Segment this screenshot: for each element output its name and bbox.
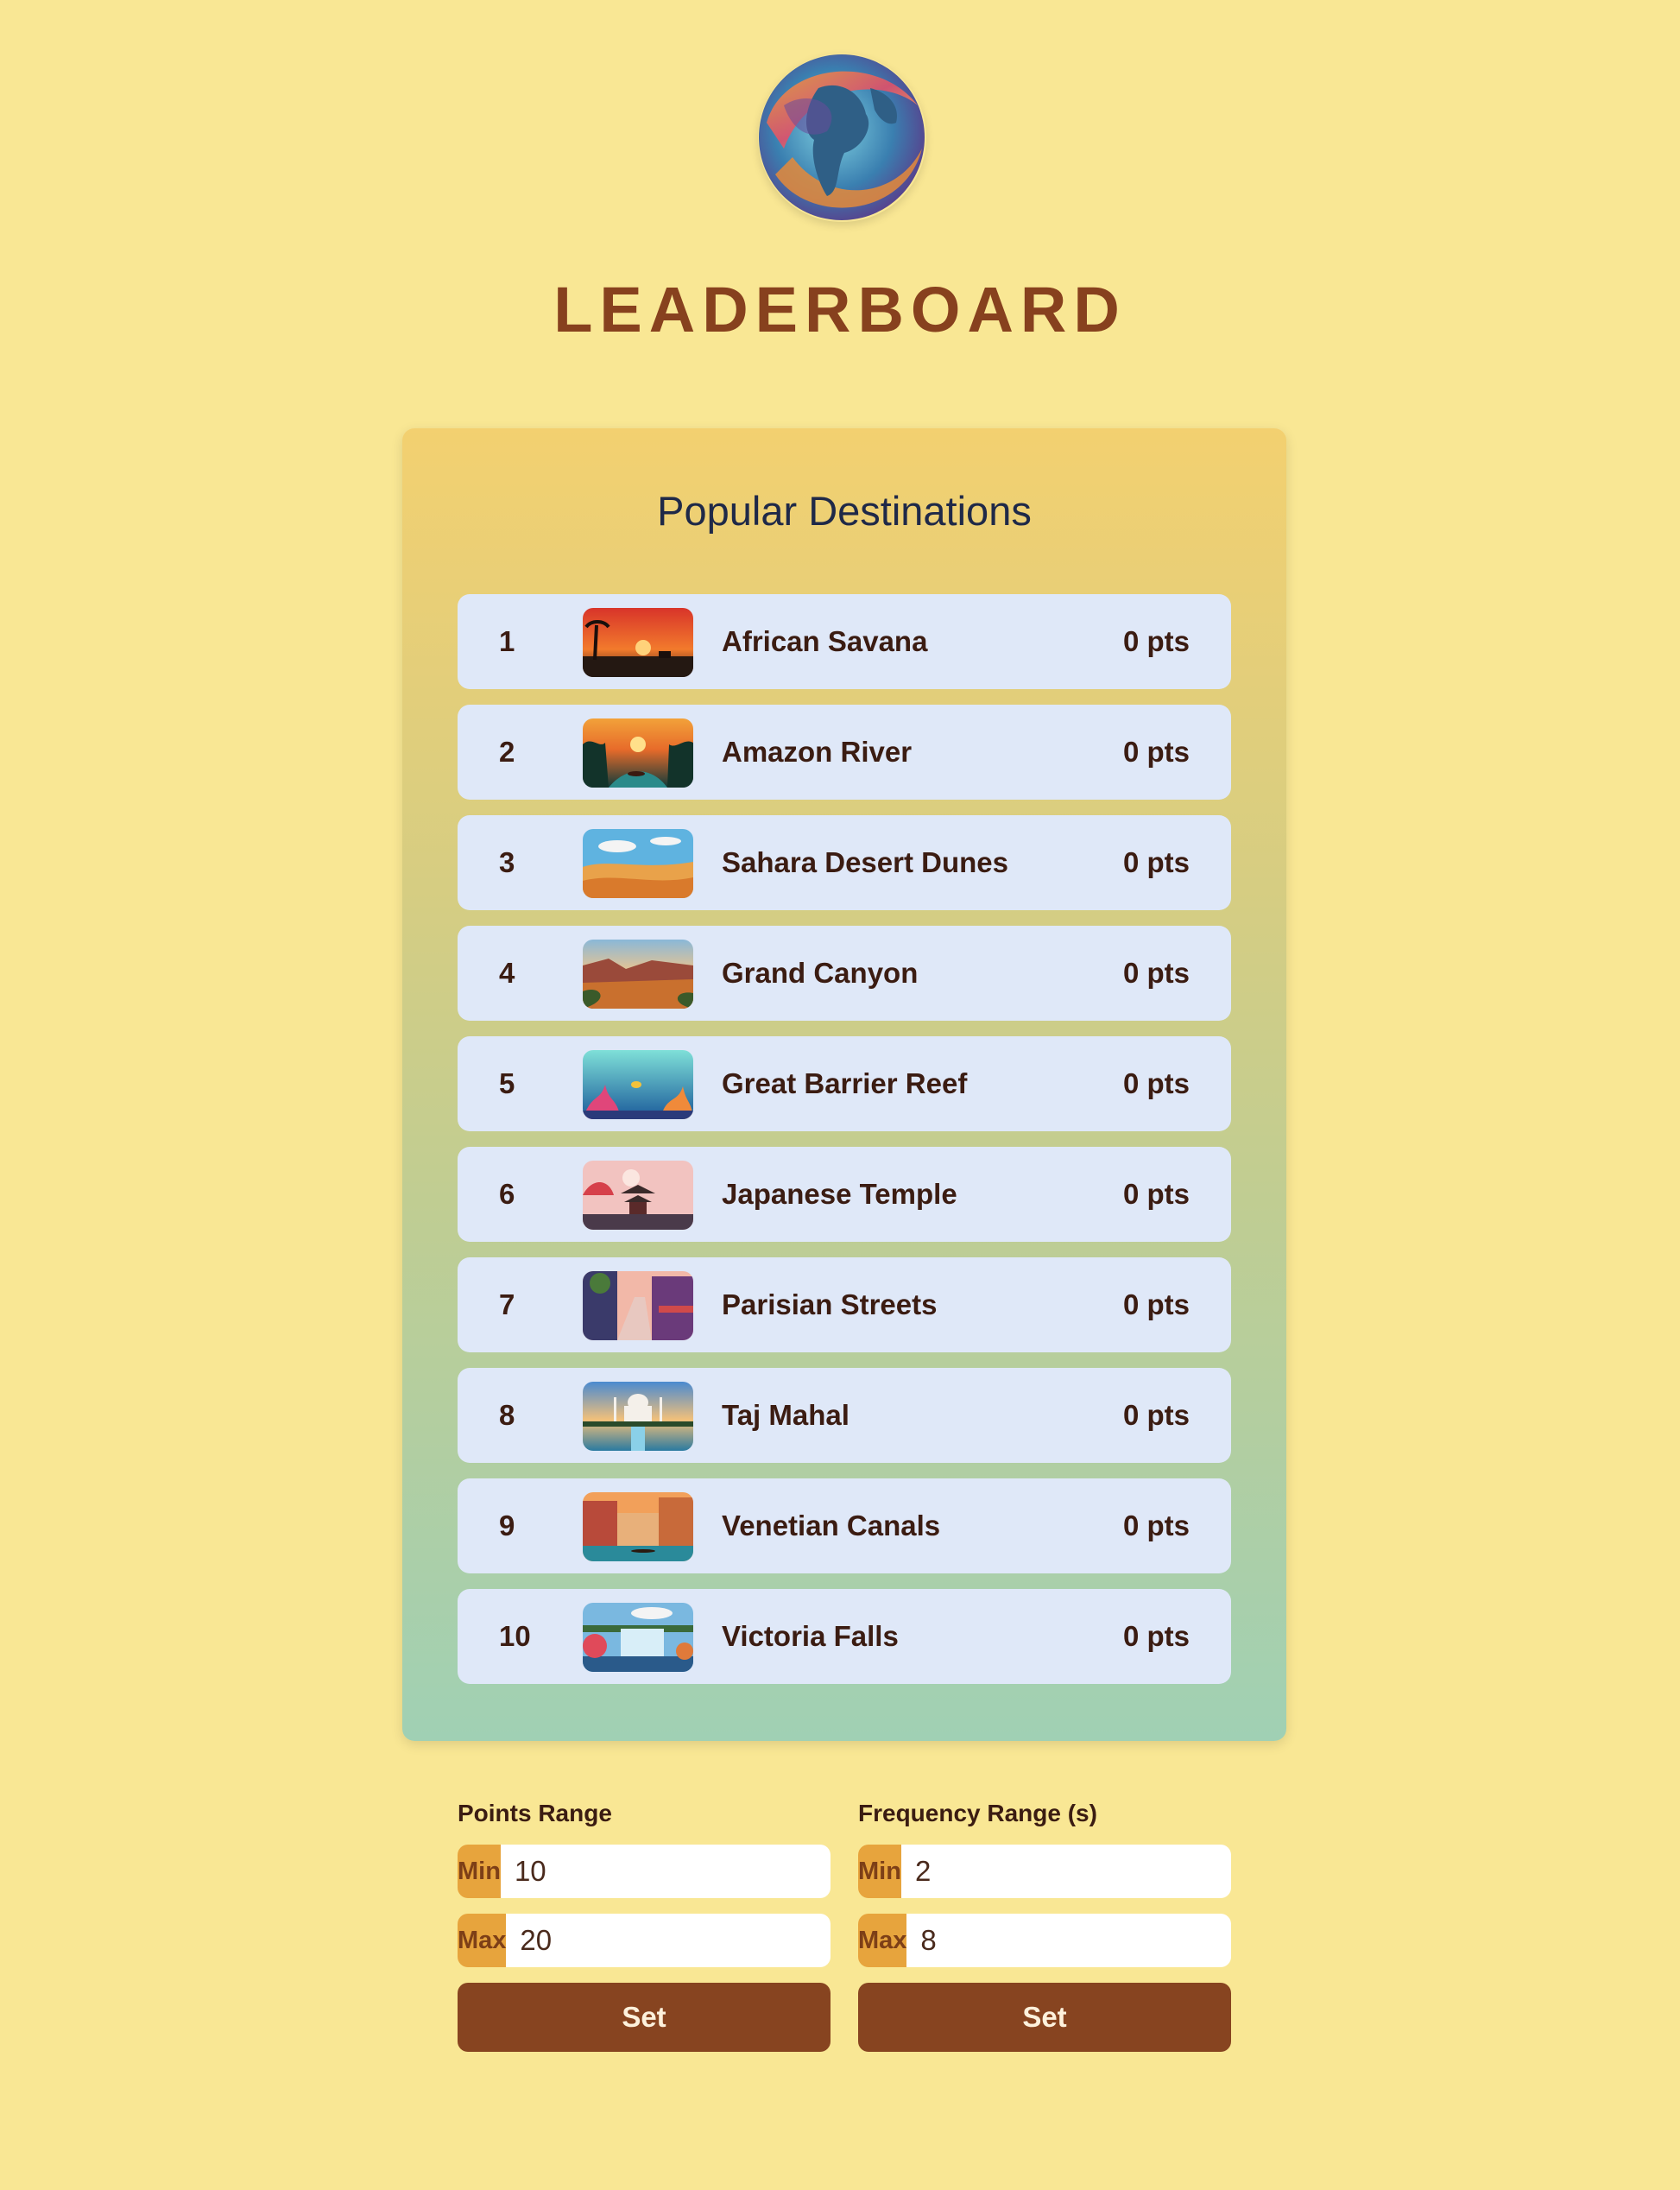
rank-number: 6 [499,1178,515,1210]
frequency-range-label: Frequency Range (s) [858,1800,1097,1826]
destination-score: 0 pts [1122,736,1190,768]
destination-score: 0 pts [1122,846,1190,878]
destination-name: Taj Mahal [722,1399,849,1431]
leaderboard-row: 10 Victoria Falls 0 pts [458,1589,1231,1684]
rank-number: 3 [499,846,515,878]
points-max-label: Max [458,1914,507,1967]
destination-name: African Savana [722,625,928,657]
destination-score: 0 pts [1122,957,1190,989]
destination-name: Sahara Desert Dunes [722,846,1008,878]
globe-logo-icon [758,54,926,222]
points-min-group: Min [458,1845,831,1898]
desert-dunes-thumbnail [583,829,693,898]
points-min-input[interactable] [500,1845,831,1898]
rank-number: 10 [499,1620,531,1652]
rank-number: 4 [499,957,515,989]
destination-name: Victoria Falls [722,1620,899,1652]
destination-score: 0 pts [1122,1510,1190,1541]
waterfall-thumbnail [583,1603,693,1672]
destination-score: 0 pts [1122,1288,1190,1320]
grand-canyon-thumbnail [583,940,693,1009]
leaderboard-row: 8 Taj Mahal 0 pts [458,1368,1231,1463]
frequency-max-input[interactable] [906,1914,1231,1967]
destination-name: Parisian Streets [722,1288,938,1320]
points-min-label: Min [458,1845,501,1898]
leaderboard-row: 7 Parisian Streets 0 pts [458,1257,1231,1352]
rank-number: 7 [499,1288,515,1320]
frequency-max-label: Max [858,1914,907,1967]
leaderboard-row: 4 Grand Canyon 0 pts [458,926,1231,1021]
destination-name: Japanese Temple [722,1178,957,1210]
taj-mahal-thumbnail [583,1382,693,1451]
frequency-max-group: Max [858,1914,1231,1967]
leaderboard-title: Popular Destinations [657,488,1032,534]
frequency-min-group: Min [858,1845,1231,1898]
japanese-temple-thumbnail [583,1161,693,1230]
savanna-sunset-thumbnail [583,608,693,677]
leaderboard-row: 5 Great Barrier Reef 0 pts [458,1036,1231,1131]
rank-number: 9 [499,1510,515,1541]
points-max-group: Max [458,1914,831,1967]
rank-number: 1 [499,625,515,657]
destination-name: Great Barrier Reef [722,1067,968,1099]
points-set-button[interactable]: Set [458,1983,831,2052]
destination-name: Amazon River [722,736,913,768]
frequency-set-button[interactable]: Set [858,1983,1231,2052]
frequency-min-label: Min [858,1845,901,1898]
amazon-river-thumbnail [583,718,693,788]
page-title: LEADERBOARD [553,274,1127,345]
destination-score: 0 pts [1122,1067,1190,1099]
venice-canal-thumbnail [583,1492,693,1561]
rank-number: 8 [499,1399,515,1431]
rank-number: 5 [499,1067,515,1099]
frequency-min-input[interactable] [900,1845,1231,1898]
leaderboard-row: 6 Japanese Temple 0 pts [458,1147,1231,1242]
leaderboard-row: 9 Venetian Canals 0 pts [458,1478,1231,1573]
leaderboard-row: 2 Amazon River 0 pts [458,705,1231,800]
frequency-range-panel: Frequency Range (s) Min Max Set [858,1793,1231,2052]
destination-score: 0 pts [1122,1399,1190,1431]
destination-score: 0 pts [1122,1620,1190,1652]
points-range-panel: Points Range Min Max Set [458,1793,831,2052]
paris-street-thumbnail [583,1271,693,1340]
rank-number: 2 [499,736,515,768]
leaderboard-list: 1 African Savana 0 pts 2 Amazon River 0 … [458,594,1231,1699]
destination-score: 0 pts [1122,1178,1190,1210]
destination-score: 0 pts [1122,625,1190,657]
destination-name: Grand Canyon [722,957,919,989]
leaderboard-card: Popular Destinations 1 African Savana 0 … [402,428,1286,1741]
page: LEADERBOARD Popular Destinations 1 Afric… [0,0,1680,2190]
points-range-label: Points Range [458,1800,612,1826]
destination-name: Venetian Canals [722,1510,941,1541]
points-max-input[interactable] [506,1914,831,1967]
leaderboard-row: 1 African Savana 0 pts [458,594,1231,689]
leaderboard-row: 3 Sahara Desert Dunes 0 pts [458,815,1231,910]
coral-reef-thumbnail [583,1050,693,1119]
